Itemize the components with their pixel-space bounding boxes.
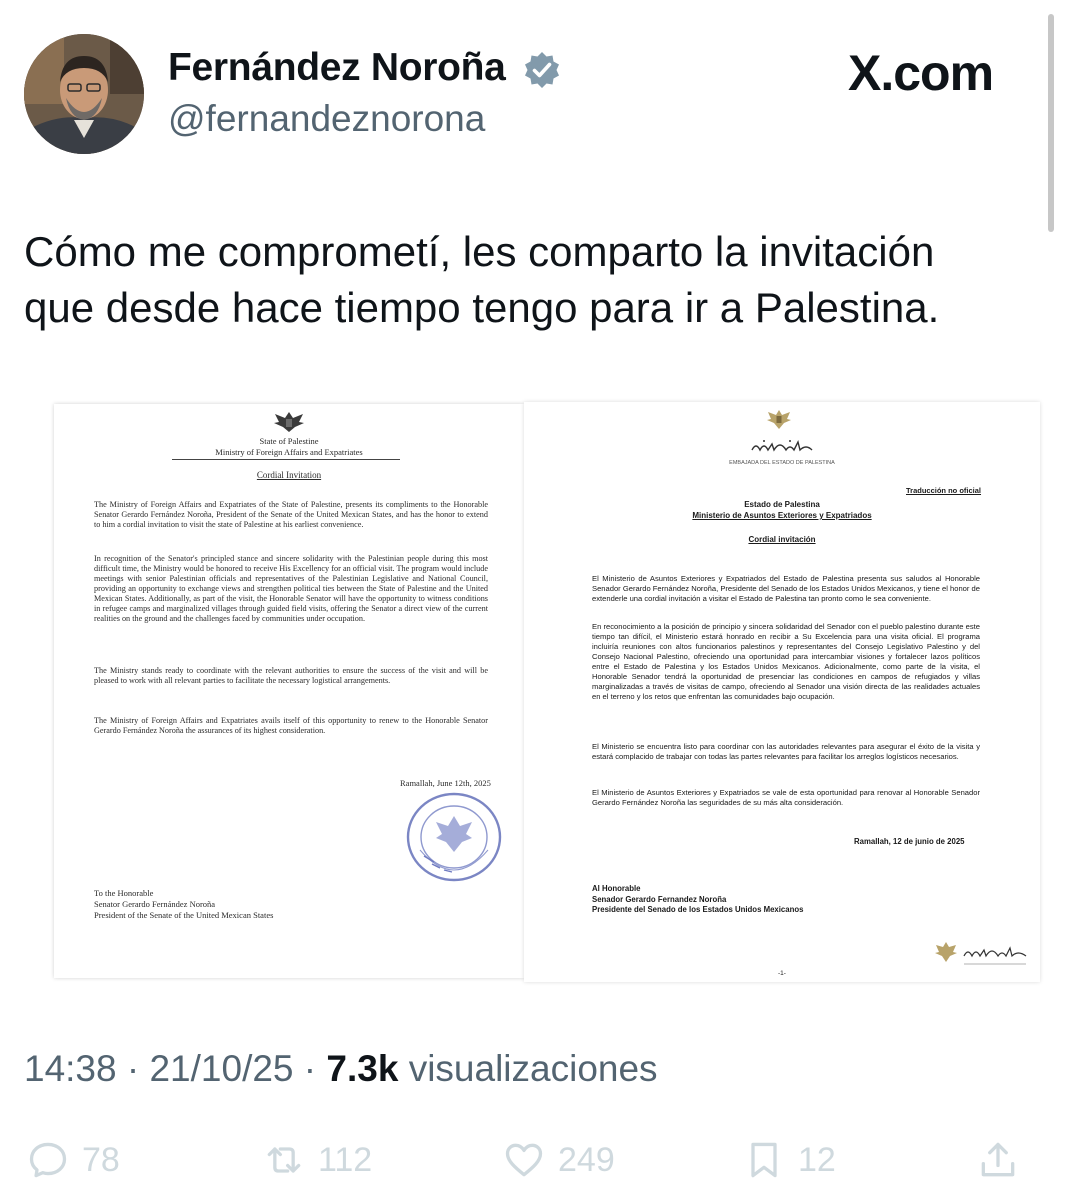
repost-icon: [267, 1147, 301, 1173]
letter-title: Cordial invitación: [748, 535, 816, 544]
like-button[interactable]: 249: [502, 1130, 615, 1190]
tweet-date[interactable]: 21/10/25: [149, 1048, 293, 1089]
tweet-time[interactable]: 14:38: [24, 1048, 117, 1089]
letter-date: Ramallah, June 12th, 2025: [400, 778, 491, 788]
letter-title: Cordial Invitation: [256, 470, 322, 480]
avatar[interactable]: [24, 34, 144, 154]
tweet-text: Cómo me comprometí, les comparto la invi…: [24, 224, 1044, 336]
letter-paragraph: El Ministerio de Asuntos Exteriores y Ex…: [592, 574, 980, 603]
share-button[interactable]: [976, 1130, 1020, 1190]
views-count: 7.3k: [326, 1048, 399, 1089]
letter-paragraph: El Ministerio se encuentra listo para co…: [592, 742, 980, 761]
bookmark-count: 12: [798, 1140, 836, 1179]
recipient-line: Al Honorable: [592, 884, 641, 893]
eagle-emblem-icon: [274, 412, 304, 432]
views-label: visualizaciones: [408, 1048, 658, 1089]
letter-header-ministry: Ministry of Foreign Affairs and Expatria…: [215, 447, 363, 457]
heart-icon: [505, 1143, 543, 1177]
letter-paragraph: The Ministry stands ready to coordinate …: [94, 666, 488, 685]
tweet-metadata: 14:38 · 21/10/25 · 7.3k visualizaciones: [24, 1048, 658, 1090]
translation-note: Traducción no oficial: [906, 486, 982, 495]
letter-paragraph: El Ministerio de Asuntos Exteriores y Ex…: [592, 788, 980, 807]
invitation-letter-spanish: EMBAJADA DEL ESTADO DE PALESTINA Traducc…: [524, 402, 1040, 982]
letter-recipient: To the Honorable Senator Gerardo Fernánd…: [94, 888, 273, 921]
reply-button[interactable]: 78: [26, 1130, 120, 1190]
letter-paragraph: The Ministry of Foreign Affairs and Expa…: [94, 500, 488, 529]
letter-paragraph: The Ministry of Foreign Affairs and Expa…: [94, 716, 488, 735]
letter-header-state: State of Palestine: [259, 436, 319, 446]
separator-dot: ·: [126, 1048, 150, 1089]
eagle-emblem-icon: [767, 410, 791, 429]
embassy-line: EMBAJADA DEL ESTADO DE PALESTINA: [729, 460, 835, 466]
repost-button[interactable]: 112: [262, 1130, 372, 1190]
reply-count: 78: [82, 1140, 120, 1179]
embassy-footer-logo: [935, 942, 1027, 965]
letter-recipient: Al Honorable Senador Gerardo Fernandez N…: [592, 884, 803, 916]
recipient-line: Senator Gerardo Fernández Noroña: [94, 899, 216, 909]
invitation-letter-english: State of Palestine Ministry of Foreign A…: [54, 404, 524, 978]
like-count: 249: [558, 1140, 615, 1179]
letter-header-state: Estado de Palestina: [744, 500, 820, 509]
profile-photo: [24, 34, 144, 154]
separator-dot: ·: [303, 1048, 327, 1089]
recipient-line: To the Honorable: [94, 888, 154, 898]
tweet-media-image[interactable]: State of Palestine Ministry of Foreign A…: [24, 386, 1040, 994]
letter-header-ministry: Ministerio de Asuntos Exteriores y Expat…: [692, 511, 872, 520]
author-handle[interactable]: @fernandeznorona: [168, 98, 485, 140]
recipient-line: Senador Gerardo Fernandez Noroña: [592, 894, 727, 904]
tweet-text-line: Cómo me comprometí, les comparto la invi…: [24, 228, 935, 275]
bookmark-button[interactable]: 12: [742, 1130, 836, 1190]
recipient-line: Presidente del Senado de los Estados Uni…: [592, 905, 804, 914]
share-icon: [981, 1142, 1015, 1177]
arabic-calligraphy-logo: [751, 439, 813, 452]
repost-count: 112: [318, 1140, 373, 1179]
letter-date: Ramallah, 12 de junio de 2025: [854, 837, 965, 846]
tweet-actions-bar: 78 112 249 12: [0, 1130, 1066, 1190]
letter-paragraph: In recognition of the Senator's principl…: [94, 554, 488, 623]
bookmark-icon: [751, 1142, 777, 1178]
page-number: -1-: [778, 970, 786, 977]
header-divider: [172, 459, 400, 460]
author-name[interactable]: Fernández Noroña: [168, 46, 506, 90]
scrollbar[interactable]: [1048, 14, 1054, 232]
verified-badge-icon[interactable]: [522, 50, 562, 90]
x-com-logo: X.com: [848, 45, 994, 101]
tweet-text-line: que desde hace tiempo tengo para ir a Pa…: [24, 284, 940, 331]
ministry-seal-stamp: [406, 792, 502, 882]
letter-paragraph: En reconocimiento a la posición de princ…: [592, 622, 980, 701]
recipient-line: President of the Senate of the United Me…: [94, 910, 274, 920]
reply-icon: [29, 1142, 67, 1178]
